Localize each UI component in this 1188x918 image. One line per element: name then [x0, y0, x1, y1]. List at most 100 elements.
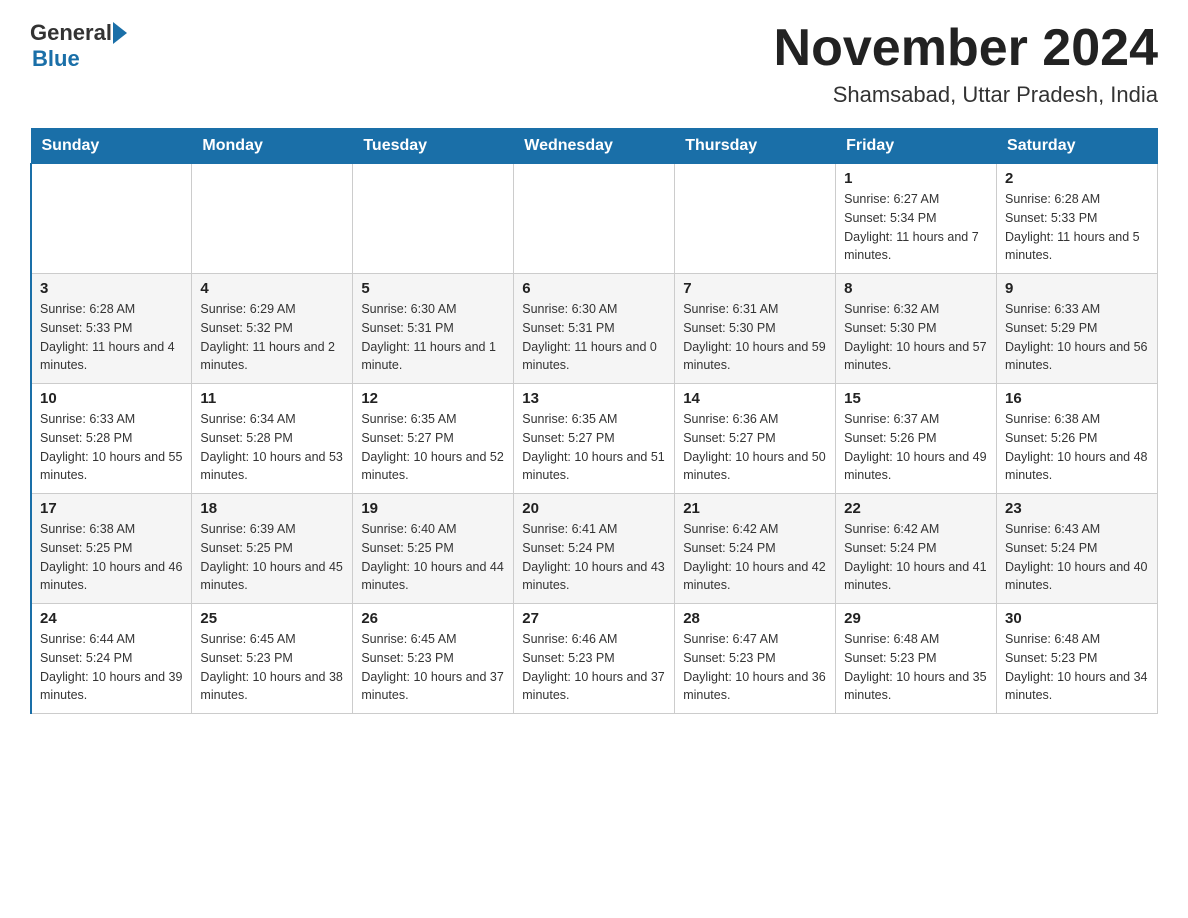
calendar-cell: 14Sunrise: 6:36 AM Sunset: 5:27 PM Dayli…	[675, 384, 836, 494]
calendar-cell: 10 Sunrise: 6:33 AM Sunset: 5:28 PM Dayli…	[31, 384, 192, 494]
day-info: Sunrise: 6:34 AM Sunset: 5:28 PM Dayligh…	[200, 410, 344, 485]
calendar-table: Sunday Monday Tuesday Wednesday Thursday…	[30, 128, 1158, 714]
day-number: 28	[683, 610, 827, 627]
day-info: Sunrise: 6:28 AM Sunset: 5:33 PM Dayligh…	[1005, 190, 1149, 265]
days-of-week-row: Sunday Monday Tuesday Wednesday Thursday…	[31, 129, 1158, 164]
day-info: Sunrise: 6:31 AM Sunset: 5:30 PM Dayligh…	[683, 300, 827, 375]
calendar-cell: 27 Sunrise: 6:46 AM Sunset: 5:23 PM Dayli…	[514, 604, 675, 714]
day-info: Sunrise: 6:45 AM Sunset: 5:23 PM Dayligh…	[200, 630, 344, 705]
calendar-cell: 26Sunrise: 6:45 AM Sunset: 5:23 PM Dayli…	[353, 604, 514, 714]
calendar-week-3: 10 Sunrise: 6:33 AM Sunset: 5:28 PM Dayli…	[31, 384, 1158, 494]
day-number: 27	[522, 610, 666, 627]
calendar-cell	[353, 164, 514, 274]
day-info: Sunrise: 6:44 AM Sunset: 5:24 PM Dayligh…	[40, 630, 183, 705]
col-tuesday: Tuesday	[353, 129, 514, 164]
calendar-body: 1 Sunrise: 6:27 AM Sunset: 5:34 PM Daylig…	[31, 164, 1158, 714]
day-number: 4	[200, 280, 344, 297]
calendar-cell: 9 Sunrise: 6:33 AM Sunset: 5:29 PM Daylig…	[997, 274, 1158, 384]
day-info: Sunrise: 6:40 AM Sunset: 5:25 PM Dayligh…	[361, 520, 505, 595]
day-info: Sunrise: 6:32 AM Sunset: 5:30 PM Dayligh…	[844, 300, 988, 375]
day-info: Sunrise: 6:30 AM Sunset: 5:31 PM Dayligh…	[361, 300, 505, 375]
day-info: Sunrise: 6:43 AM Sunset: 5:24 PM Dayligh…	[1005, 520, 1149, 595]
calendar-cell: 25 Sunrise: 6:45 AM Sunset: 5:23 PM Dayli…	[192, 604, 353, 714]
day-info: Sunrise: 6:41 AM Sunset: 5:24 PM Dayligh…	[522, 520, 666, 595]
day-number: 9	[1005, 280, 1149, 297]
col-wednesday: Wednesday	[514, 129, 675, 164]
calendar-cell: 24Sunrise: 6:44 AM Sunset: 5:24 PM Dayli…	[31, 604, 192, 714]
day-number: 1	[844, 170, 988, 187]
calendar-cell: 15 Sunrise: 6:37 AM Sunset: 5:26 PM Dayli…	[836, 384, 997, 494]
calendar-cell: 11 Sunrise: 6:34 AM Sunset: 5:28 PM Dayli…	[192, 384, 353, 494]
col-thursday: Thursday	[675, 129, 836, 164]
day-number: 15	[844, 390, 988, 407]
day-info: Sunrise: 6:33 AM Sunset: 5:28 PM Dayligh…	[40, 410, 183, 485]
logo-general-text: General	[30, 20, 112, 46]
calendar-cell: 29 Sunrise: 6:48 AM Sunset: 5:23 PM Dayli…	[836, 604, 997, 714]
calendar-week-2: 3Sunrise: 6:28 AM Sunset: 5:33 PM Daylig…	[31, 274, 1158, 384]
title-area: November 2024 Shamsabad, Uttar Pradesh, …	[774, 20, 1158, 108]
calendar-cell: 1 Sunrise: 6:27 AM Sunset: 5:34 PM Daylig…	[836, 164, 997, 274]
day-number: 2	[1005, 170, 1149, 187]
day-number: 11	[200, 390, 344, 407]
calendar-cell: 16Sunrise: 6:38 AM Sunset: 5:26 PM Dayli…	[997, 384, 1158, 494]
calendar-cell: 19 Sunrise: 6:40 AM Sunset: 5:25 PM Dayli…	[353, 494, 514, 604]
logo: General Blue	[30, 20, 127, 72]
calendar-cell: 20 Sunrise: 6:41 AM Sunset: 5:24 PM Dayli…	[514, 494, 675, 604]
day-number: 29	[844, 610, 988, 627]
logo-triangle-icon	[113, 22, 127, 44]
day-info: Sunrise: 6:42 AM Sunset: 5:24 PM Dayligh…	[683, 520, 827, 595]
day-info: Sunrise: 6:27 AM Sunset: 5:34 PM Dayligh…	[844, 190, 988, 265]
day-number: 17	[40, 500, 183, 517]
calendar-cell: 2 Sunrise: 6:28 AM Sunset: 5:33 PM Daylig…	[997, 164, 1158, 274]
day-info: Sunrise: 6:28 AM Sunset: 5:33 PM Dayligh…	[40, 300, 183, 375]
day-info: Sunrise: 6:48 AM Sunset: 5:23 PM Dayligh…	[1005, 630, 1149, 705]
calendar-cell	[192, 164, 353, 274]
day-number: 21	[683, 500, 827, 517]
calendar-cell	[514, 164, 675, 274]
day-info: Sunrise: 6:47 AM Sunset: 5:23 PM Dayligh…	[683, 630, 827, 705]
day-info: Sunrise: 6:33 AM Sunset: 5:29 PM Dayligh…	[1005, 300, 1149, 375]
calendar-cell: 23 Sunrise: 6:43 AM Sunset: 5:24 PM Dayli…	[997, 494, 1158, 604]
day-info: Sunrise: 6:30 AM Sunset: 5:31 PM Dayligh…	[522, 300, 666, 375]
day-info: Sunrise: 6:35 AM Sunset: 5:27 PM Dayligh…	[361, 410, 505, 485]
day-number: 10	[40, 390, 183, 407]
day-number: 6	[522, 280, 666, 297]
col-monday: Monday	[192, 129, 353, 164]
calendar-cell: 17Sunrise: 6:38 AM Sunset: 5:25 PM Dayli…	[31, 494, 192, 604]
col-saturday: Saturday	[997, 129, 1158, 164]
day-number: 26	[361, 610, 505, 627]
calendar-cell: 6 Sunrise: 6:30 AM Sunset: 5:31 PM Daylig…	[514, 274, 675, 384]
day-number: 14	[683, 390, 827, 407]
calendar-cell: 3Sunrise: 6:28 AM Sunset: 5:33 PM Daylig…	[31, 274, 192, 384]
calendar-header: Sunday Monday Tuesday Wednesday Thursday…	[31, 129, 1158, 164]
day-info: Sunrise: 6:39 AM Sunset: 5:25 PM Dayligh…	[200, 520, 344, 595]
month-title: November 2024	[774, 20, 1158, 77]
calendar-cell: 13Sunrise: 6:35 AM Sunset: 5:27 PM Dayli…	[514, 384, 675, 494]
calendar-cell: 8 Sunrise: 6:32 AM Sunset: 5:30 PM Daylig…	[836, 274, 997, 384]
day-number: 19	[361, 500, 505, 517]
calendar-cell	[31, 164, 192, 274]
day-number: 30	[1005, 610, 1149, 627]
calendar-cell: 4 Sunrise: 6:29 AM Sunset: 5:32 PM Daylig…	[192, 274, 353, 384]
day-number: 16	[1005, 390, 1149, 407]
day-info: Sunrise: 6:29 AM Sunset: 5:32 PM Dayligh…	[200, 300, 344, 375]
calendar-cell: 18Sunrise: 6:39 AM Sunset: 5:25 PM Dayli…	[192, 494, 353, 604]
calendar-week-5: 24Sunrise: 6:44 AM Sunset: 5:24 PM Dayli…	[31, 604, 1158, 714]
day-number: 20	[522, 500, 666, 517]
day-number: 25	[200, 610, 344, 627]
day-number: 7	[683, 280, 827, 297]
calendar-cell: 30 Sunrise: 6:48 AM Sunset: 5:23 PM Dayli…	[997, 604, 1158, 714]
day-info: Sunrise: 6:46 AM Sunset: 5:23 PM Dayligh…	[522, 630, 666, 705]
day-info: Sunrise: 6:37 AM Sunset: 5:26 PM Dayligh…	[844, 410, 988, 485]
day-number: 8	[844, 280, 988, 297]
calendar-cell	[675, 164, 836, 274]
calendar-cell: 22Sunrise: 6:42 AM Sunset: 5:24 PM Dayli…	[836, 494, 997, 604]
location-text: Shamsabad, Uttar Pradesh, India	[774, 82, 1158, 108]
calendar-cell: 7 Sunrise: 6:31 AM Sunset: 5:30 PM Daylig…	[675, 274, 836, 384]
day-number: 13	[522, 390, 666, 407]
day-number: 12	[361, 390, 505, 407]
calendar-cell: 28 Sunrise: 6:47 AM Sunset: 5:23 PM Dayli…	[675, 604, 836, 714]
day-info: Sunrise: 6:48 AM Sunset: 5:23 PM Dayligh…	[844, 630, 988, 705]
day-number: 23	[1005, 500, 1149, 517]
calendar-cell: 5Sunrise: 6:30 AM Sunset: 5:31 PM Daylig…	[353, 274, 514, 384]
